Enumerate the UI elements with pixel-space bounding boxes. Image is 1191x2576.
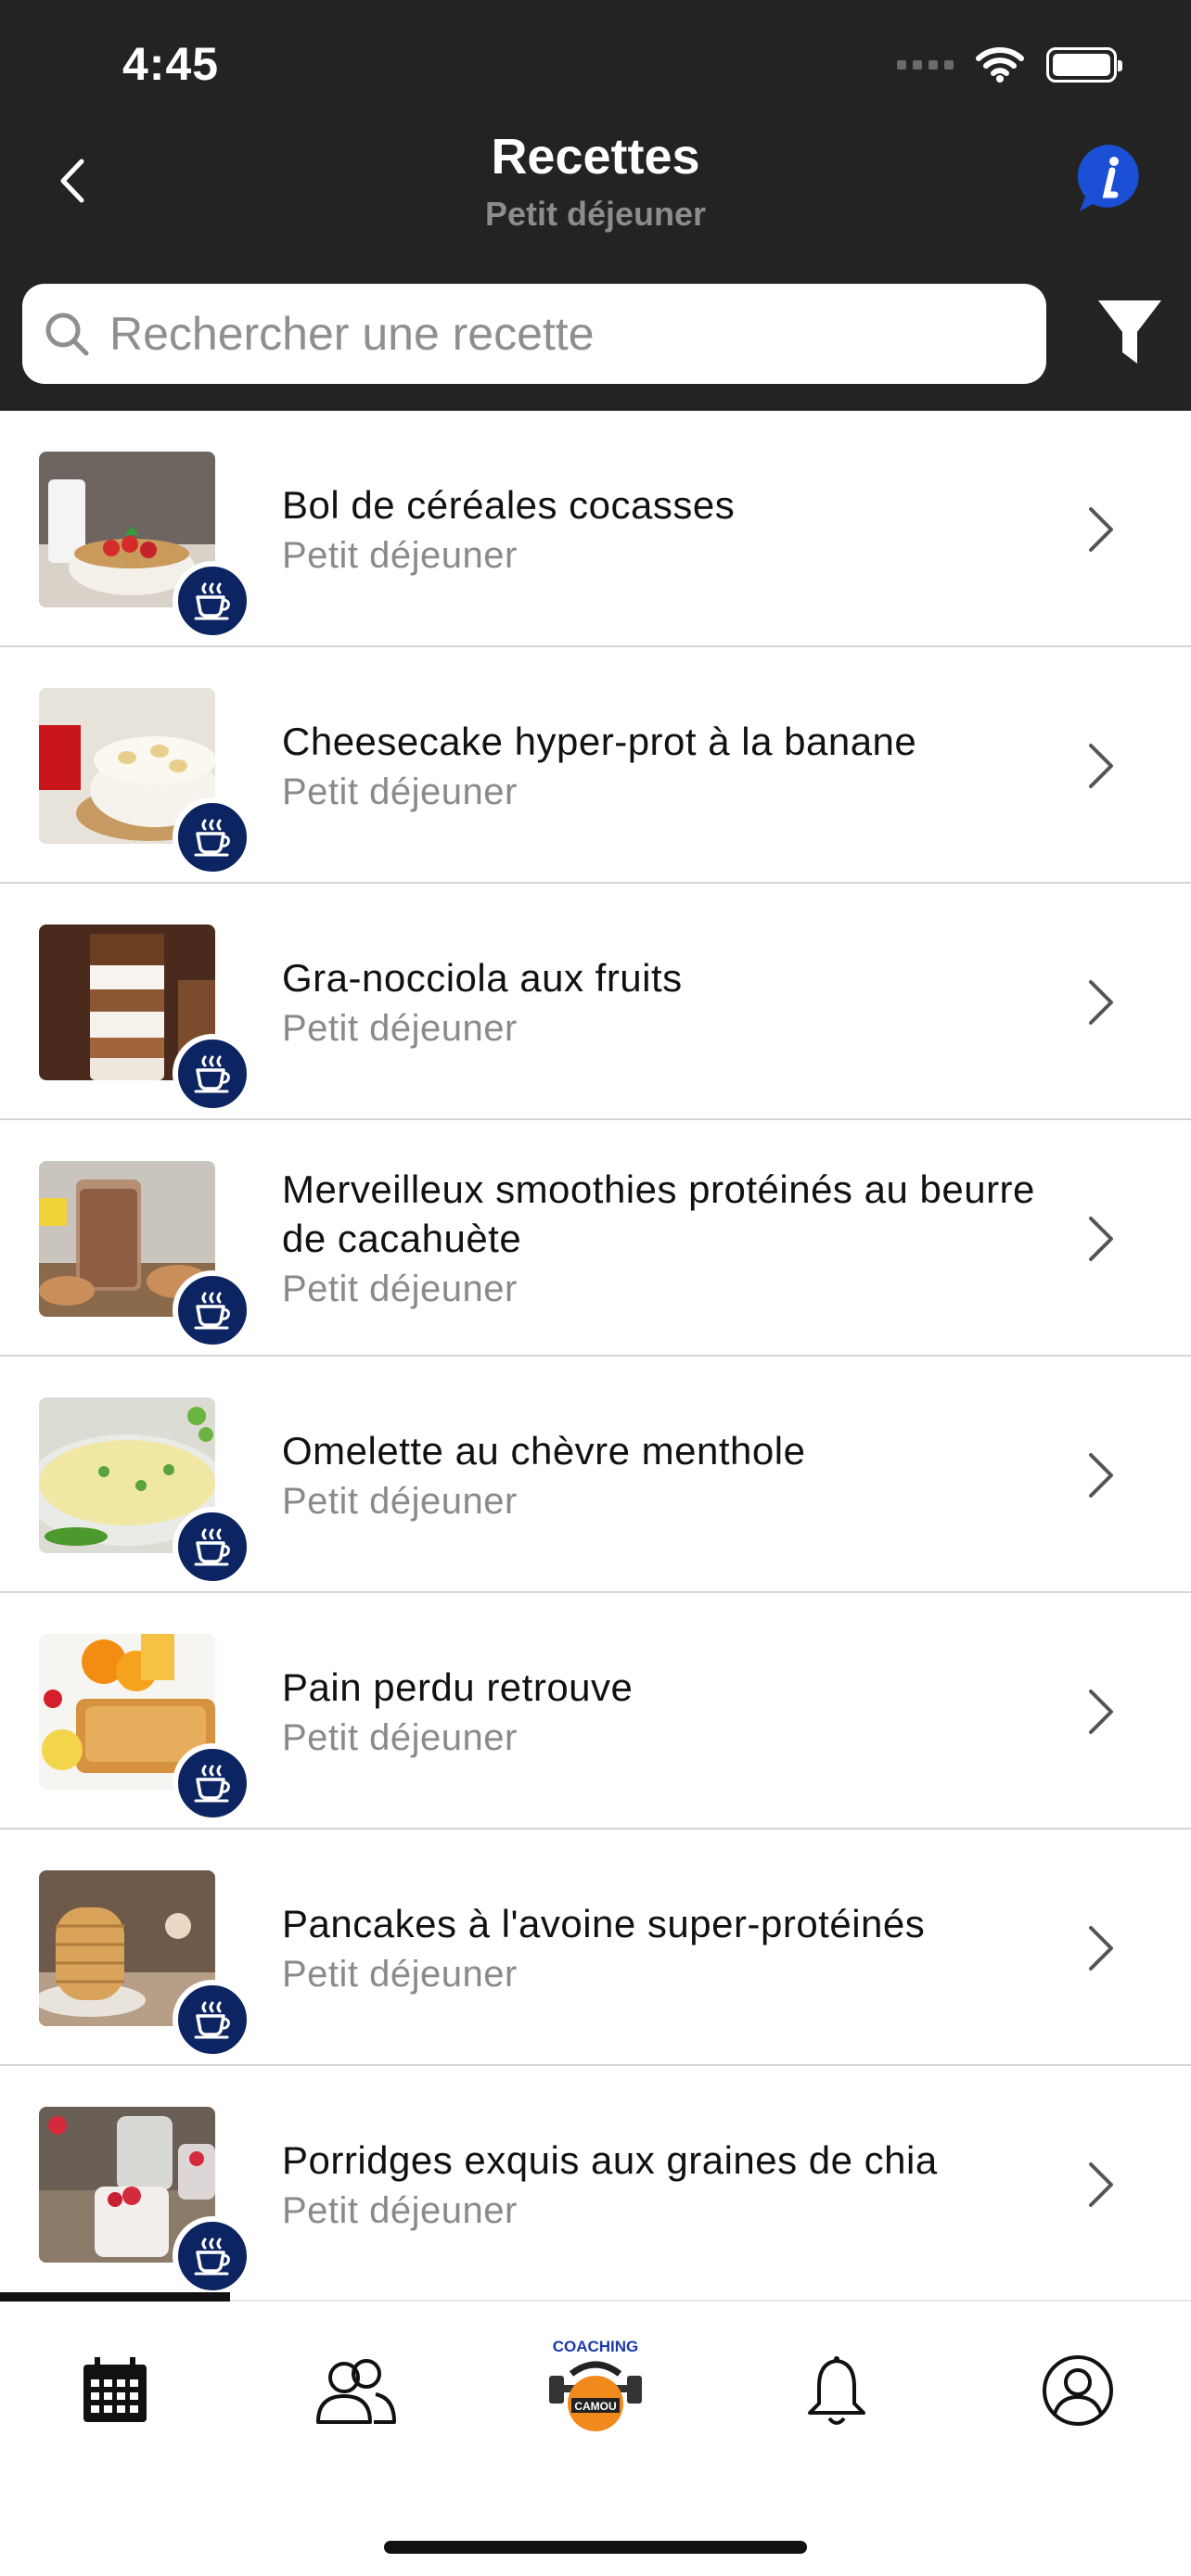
- recipe-row[interactable]: Pain perdu retrouve Petit déjeuner: [0, 1593, 1191, 1830]
- status-icons: [897, 46, 1122, 83]
- recipe-row[interactable]: Merveilleux smoothies protéinés au beurr…: [0, 1120, 1191, 1357]
- chevron-right-icon: [1089, 507, 1113, 552]
- recipe-category: Petit déjeuner: [282, 771, 518, 812]
- recipe-row[interactable]: Cheesecake hyper-prot à la banane Petit …: [0, 647, 1191, 884]
- recipe-category: Petit déjeuner: [282, 1953, 518, 1995]
- breakfast-badge: [173, 1034, 252, 1114]
- recipe-title: Pancakes à l'avoine super-protéinés: [282, 1901, 926, 1945]
- coffee-cup-icon: [194, 1765, 230, 1803]
- home-indicator[interactable]: [384, 2541, 807, 2554]
- tab-coaching[interactable]: COACHING CAMOU: [544, 2337, 647, 2439]
- bell-icon: [808, 2356, 865, 2425]
- header: 4:45 Recettes Petit déjeuner: [0, 0, 1191, 411]
- logo-text-bottom: CAMOU: [574, 2400, 616, 2413]
- tab-calendar[interactable]: [69, 2344, 161, 2437]
- coffee-cup-icon: [194, 1292, 230, 1330]
- chevron-right-icon: [1089, 2162, 1113, 2207]
- wifi-icon: [976, 47, 1024, 83]
- breakfast-badge: [173, 561, 252, 641]
- breakfast-badge: [173, 797, 252, 877]
- recipe-category: Petit déjeuner: [282, 1007, 518, 1049]
- search-bar[interactable]: [22, 284, 1046, 384]
- recipe-title: Bol de céréales cocasses: [282, 482, 736, 527]
- community-icon: [316, 2359, 396, 2424]
- coffee-cup-icon: [194, 2001, 230, 2039]
- search-icon: [45, 312, 89, 356]
- tab-active-indicator: [0, 2292, 230, 2302]
- tab-community[interactable]: [309, 2344, 402, 2437]
- recipe-row[interactable]: Gra-nocciola aux fruits Petit déjeuner: [0, 884, 1191, 1120]
- chevron-right-icon: [1089, 1690, 1113, 1734]
- recipe-title: Merveilleux smoothies protéinés au beurr…: [282, 1167, 1035, 1260]
- recipe-row[interactable]: Bol de céréales cocasses Petit déjeuner: [0, 411, 1191, 647]
- recipe-title: Porridges exquis aux graines de chia: [282, 2137, 938, 2182]
- recipe-row[interactable]: Porridges exquis aux graines de chia Pet…: [0, 2066, 1191, 2302]
- tab-profile[interactable]: [1031, 2344, 1124, 2437]
- profile-icon: [1043, 2355, 1113, 2426]
- page-title: Recettes: [491, 129, 700, 185]
- tab-notifications[interactable]: [790, 2344, 883, 2437]
- breakfast-badge: [173, 1980, 252, 2060]
- coffee-cup-icon: [194, 1055, 230, 1093]
- calendar-icon: [83, 2357, 147, 2422]
- recipe-title: Cheesecake hyper-prot à la banane: [282, 719, 917, 763]
- recipe-list: Bol de céréales cocasses Petit déjeuner: [0, 411, 1191, 2302]
- recipe-category: Petit déjeuner: [282, 2189, 518, 2231]
- coffee-cup-icon: [194, 582, 230, 620]
- tab-bar: COACHING CAMOU: [0, 2292, 1191, 2576]
- recipe-category: Petit déjeuner: [282, 534, 518, 576]
- recipe-title: Pain perdu retrouve: [282, 1664, 634, 1709]
- chevron-right-icon: [1089, 1217, 1113, 1261]
- page-subtitle: Petit déjeuner: [484, 195, 707, 233]
- breakfast-badge: [173, 1270, 252, 1350]
- recipe-category: Petit déjeuner: [282, 1716, 518, 1758]
- recipe-category: Petit déjeuner: [282, 1269, 518, 1309]
- recipe-title: Gra-nocciola aux fruits: [282, 955, 683, 1000]
- filter-icon[interactable]: [1095, 295, 1165, 369]
- battery-icon: [1046, 47, 1122, 83]
- coffee-cup-icon: [194, 2238, 230, 2276]
- signal-icon: [897, 60, 954, 70]
- breakfast-badge: [173, 2216, 252, 2296]
- coffee-cup-icon: [194, 819, 230, 857]
- chevron-right-icon: [1089, 980, 1113, 1025]
- recipe-category: Petit déjeuner: [282, 1480, 518, 1522]
- status-time: 4:45: [122, 38, 220, 90]
- chevron-right-icon: [1089, 744, 1113, 788]
- chevron-right-icon: [1089, 1453, 1113, 1498]
- recipe-row[interactable]: Omelette au chèvre menthole Petit déjeun…: [0, 1357, 1191, 1593]
- coffee-cup-icon: [194, 1528, 230, 1566]
- search-input[interactable]: [109, 307, 1000, 361]
- coaching-logo: COACHING CAMOU: [549, 2338, 642, 2431]
- logo-text-top: COACHING: [553, 2338, 639, 2355]
- recipe-row[interactable]: Pancakes à l'avoine super-protéinés Peti…: [0, 1830, 1191, 2066]
- breakfast-badge: [173, 1507, 252, 1587]
- breakfast-badge: [173, 1743, 252, 1823]
- chevron-right-icon: [1089, 1926, 1113, 1970]
- info-icon[interactable]: [1074, 141, 1146, 215]
- recipe-title: Omelette au chèvre menthole: [282, 1428, 806, 1473]
